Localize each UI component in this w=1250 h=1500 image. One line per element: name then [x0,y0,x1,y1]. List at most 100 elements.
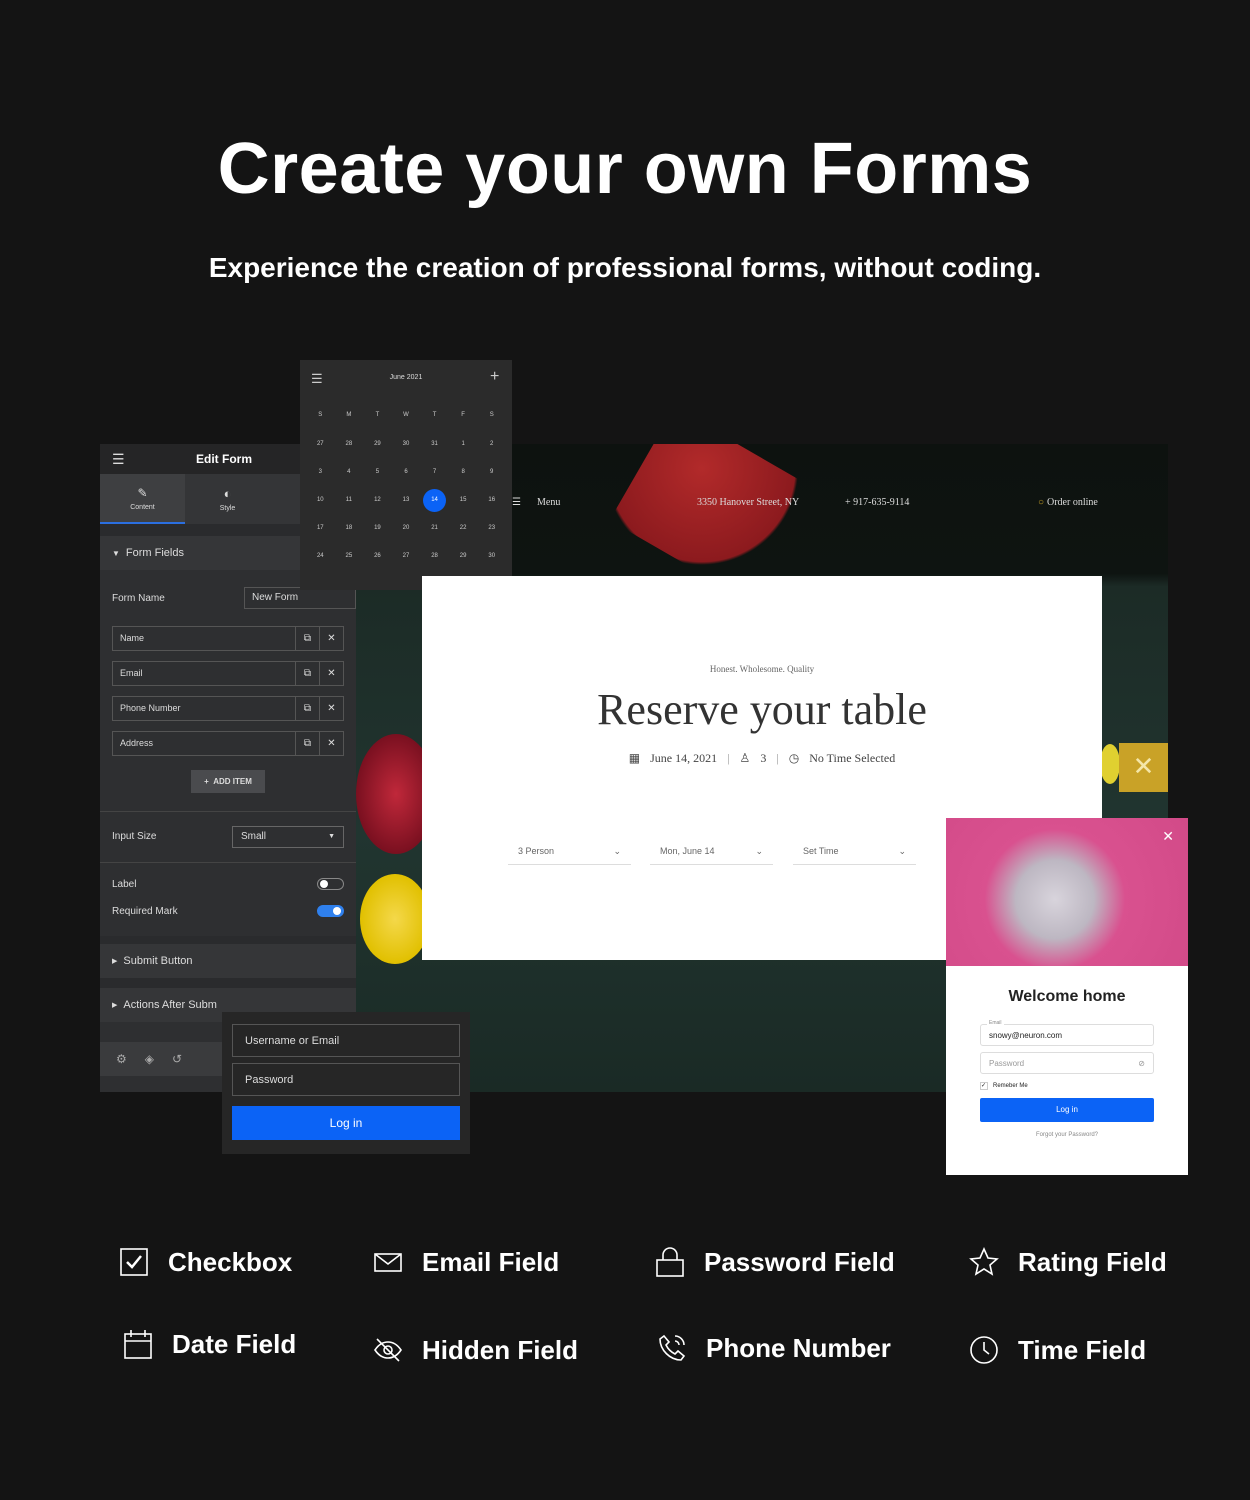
calendar-day[interactable]: 30 [477,542,506,570]
nav-order-online[interactable]: Order online [1047,497,1098,508]
login-button[interactable]: Log in [232,1106,460,1140]
duplicate-icon[interactable]: ⧉ [295,697,319,720]
calendar-day[interactable]: 26 [363,542,392,570]
username-input[interactable]: Username or Email [232,1024,460,1057]
calendar-day[interactable]: 29 [449,542,478,570]
reserve-title: Reserve your table [597,685,927,734]
calendar-day[interactable]: 19 [363,514,392,542]
page-title: Create your own Forms [217,129,1033,209]
close-icon[interactable]: ✕ [1162,828,1174,845]
tab-content[interactable]: ✎ Content [100,474,185,524]
section-submit-button[interactable]: ▶ Submit Button [100,944,356,978]
field-item[interactable]: Address ⧉ ✕ [112,731,344,756]
calendar-day[interactable]: 8 [449,458,478,486]
nav-menu[interactable]: Menu [537,497,560,508]
close-icon[interactable]: ✕ [319,732,343,755]
add-item-button[interactable]: + ADD ITEM [191,770,265,793]
close-icon: ✕ [1132,751,1155,781]
calendar-day[interactable]: 17 [306,514,335,542]
calendar-day[interactable]: 21 [420,514,449,542]
forgot-password-link[interactable]: Forgot your Password? [946,1132,1188,1138]
hamburger-icon[interactable]: ☰ [112,451,125,468]
calendar-day[interactable]: 2 [477,430,506,458]
input-size-label: Input Size [112,831,157,842]
calendar-day[interactable]: 4 [335,458,364,486]
calendar-day[interactable]: 10 [306,486,335,514]
tab-style[interactable]: ◐ Style [185,474,270,524]
calendar-day[interactable]: 28 [335,430,364,458]
clock-icon [970,1336,998,1364]
close-icon[interactable]: ✕ [319,662,343,685]
close-icon[interactable]: ✕ [319,627,343,650]
layers-icon[interactable]: ◈ [145,1052,154,1066]
weekday-label: S [489,412,494,418]
pencil-icon: ✎ [137,485,148,500]
calendar-day[interactable]: 6 [392,458,421,486]
feature-date: Date Field [122,1328,296,1360]
calendar-day[interactable]: 25 [335,542,364,570]
calendar-day[interactable]: 16 [477,486,506,514]
calendar-day[interactable]: 29 [363,430,392,458]
calendar-day[interactable]: 11 [335,486,364,514]
time-select[interactable]: Set Time ⌄ [793,841,916,865]
calendar-day[interactable]: 28 [420,542,449,570]
password-input[interactable]: Password [232,1063,460,1096]
calendar-day[interactable]: 27 [392,542,421,570]
weekday-label: S [318,412,323,418]
phone-icon [659,1334,686,1361]
feature-time: Time Field [968,1334,1146,1366]
calendar-icon: ▦ [628,751,641,765]
popup-login-button[interactable]: Log in [980,1098,1154,1122]
calendar-day[interactable]: 15 [449,486,478,514]
close-button[interactable]: ✕ [1119,743,1168,792]
field-item[interactable]: Phone Number ⧉ ✕ [112,696,344,721]
calendar-widget: ☰ June 2021 + S M T W T F S 27 28 29 30 31 1 2 3 4 5 6 7 8 9… [300,360,512,590]
calendar-day[interactable]: 20 [392,514,421,542]
field-item[interactable]: Email ⧉ ✕ [112,661,344,686]
duplicate-icon[interactable]: ⧉ [295,662,319,685]
menu-icon[interactable]: ☰ [512,497,521,508]
required-mark-toggle[interactable] [317,905,344,917]
calendar-day[interactable]: 31 [420,430,449,458]
calendar-day[interactable]: 5 [363,458,392,486]
calendar-day[interactable]: 23 [477,514,506,542]
calendar-day[interactable]: 9 [477,458,506,486]
remember-checkbox[interactable]: ✓ [980,1082,988,1090]
calendar-day[interactable]: 27 [306,430,335,458]
page-subtitle: Experience the creation of professional … [208,252,1042,283]
reserve-date: June 14, 2021 [650,751,718,765]
label-toggle[interactable] [317,878,344,890]
label-toggle-label: Label [112,878,137,890]
calendar-day[interactable]: 30 [392,430,421,458]
history-icon[interactable]: ↺ [172,1052,182,1066]
calendar-day[interactable]: 1 [449,430,478,458]
calendar-day[interactable]: 13 [392,486,421,514]
duplicate-icon[interactable]: ⧉ [295,732,319,755]
user-icon: ♙ [739,751,751,765]
chevron-down-icon: ⌄ [613,846,621,856]
close-icon[interactable]: ✕ [319,697,343,720]
person-select[interactable]: 3 Person ⌄ [508,841,631,865]
calendar-day[interactable]: 7 [420,458,449,486]
email-input[interactable]: Email snowy@neuron.com [980,1020,1154,1046]
form-name-input[interactable]: New Form [244,587,356,609]
lock-icon [656,1247,684,1277]
calendar-day[interactable]: 12 [363,486,392,514]
calendar-day[interactable]: 3 [306,458,335,486]
feature-phone: Phone Number [656,1332,891,1364]
calendar-day[interactable]: 18 [335,514,364,542]
calendar-day[interactable]: 22 [449,514,478,542]
settings-icon[interactable]: ⚙ [116,1052,127,1066]
duplicate-icon[interactable]: ⧉ [295,627,319,650]
calendar-day[interactable]: 14 [420,486,449,514]
date-select[interactable]: Mon, June 14 ⌄ [650,841,773,865]
calendar-day[interactable]: 24 [306,542,335,570]
contrast-icon: ◐ [223,486,232,501]
login-popup: ✕ Welcome home Email snowy@neuron.com Pas… [946,818,1188,1175]
password-input[interactable]: Password ⊘ [980,1052,1154,1074]
field-item[interactable]: Name ⧉ ✕ [112,626,344,651]
feature-password: Password Field [654,1246,895,1278]
eye-off-icon[interactable]: ⊘ [1138,1059,1145,1068]
input-size-select[interactable]: Small ▼ [232,826,344,848]
plus-icon[interactable]: + [490,368,499,386]
